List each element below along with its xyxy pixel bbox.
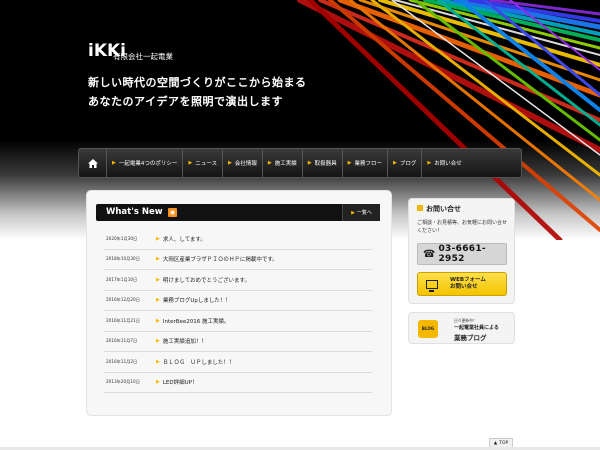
contact-description: ご相談・お見積等、お気軽にお問い合せください！ — [417, 220, 508, 234]
arrow-icon: ▶ — [156, 379, 160, 386]
nav-item-blog[interactable]: ▶ ブログ — [388, 149, 423, 177]
news-date: 2013年20月10日 — [106, 379, 140, 385]
arrow-icon: ▶ — [267, 160, 272, 166]
news-more-label: 一覧へ — [356, 210, 372, 216]
news-date: 2016年11月7日 — [106, 338, 138, 344]
home-icon — [87, 158, 98, 168]
nav-item-works[interactable]: ▶ 施工実績 — [263, 149, 303, 177]
nav-label: 会社情報 — [234, 161, 257, 167]
arrow-icon: ▶ — [427, 160, 432, 166]
nav-label: ニュース — [195, 161, 217, 167]
nav-label: ブログ — [399, 161, 417, 167]
news-title: What's New — [106, 207, 163, 217]
news-date: 2016年11月21日 — [106, 317, 140, 323]
company-name: 有限会社一起電業 — [113, 52, 173, 61]
web-form-line2: お問い合せ — [450, 284, 478, 290]
news-text: 大岡区産業プラザＰＩＯのＨＰに掲載中です。 — [162, 257, 278, 264]
news-text: ＢＬＯＧ ＵＰしました！！ — [162, 359, 235, 366]
arrow-icon: ▶ — [112, 160, 116, 166]
phone-icon: ☎ — [423, 248, 436, 260]
hero-tagline-2: あなたのアイデアを照明で演出します — [88, 95, 283, 108]
news-text: 明けましておめでとうございます。 — [162, 277, 250, 284]
arrow-icon: ▶ — [188, 160, 193, 166]
arrow-icon: ▶ — [227, 160, 232, 166]
news-item[interactable]: 2013年20月10日 ▶ LED詳細UP！ — [104, 373, 372, 393]
blog-subtitle: 一起電業社員による — [454, 325, 499, 331]
news-list: 2020年1月30日 ▶ 求人、してます。 2018年10月30日 ▶ 大岡区産業プラザ… — [104, 229, 372, 393]
news-date: 2016年12月20日 — [106, 297, 140, 303]
news-text: 施工実績追加！！ — [162, 339, 207, 346]
news-date: 2016年11月2日 — [106, 358, 138, 364]
arrow-icon: ▶ — [156, 317, 160, 324]
arrow-icon: ▶ — [156, 338, 160, 345]
web-form-button[interactable]: WEBフォーム お問い合せ — [417, 272, 507, 296]
arrow-icon: ▶ — [156, 276, 160, 283]
nav-label: 一起電業4つのポリシー — [118, 161, 178, 167]
top-label: TOP — [499, 440, 509, 446]
news-text: InterBee2016 施工実績。 — [162, 318, 230, 325]
square-icon — [417, 205, 423, 211]
news-item[interactable]: 2016年12月20日 ▶ 業務ブログUpしました！！ — [104, 291, 372, 311]
nav-item-news[interactable]: ▶ ニュース — [183, 149, 223, 177]
arrow-icon: ▶ — [156, 297, 160, 304]
global-nav: ▶ 一起電業4つのポリシー ▶ ニュース ▶ 会社情報 ▶ 施工実績 ▶ 取扱器具 ▶ 業務… — [78, 148, 522, 178]
blog-badge-icon: BLOG — [418, 320, 438, 338]
news-date: 2020年1月30日 — [106, 235, 138, 241]
news-more-button[interactable]: ▶ 一覧へ — [342, 204, 380, 221]
rss-icon[interactable]: ◉ — [168, 208, 177, 217]
nav-label: 業務フロー — [354, 161, 382, 167]
nav-item-company[interactable]: ▶ 会社情報 — [223, 149, 263, 177]
news-header: What's New ◉ ▶ 一覧へ — [96, 204, 380, 221]
computer-icon — [426, 279, 438, 292]
news-date: 2018年10月30日 — [106, 256, 140, 262]
contact-box: お問い合せ ご相談・お見積等、お気軽にお問い合せください！ ☎ 03-6661-… — [408, 198, 515, 304]
news-item[interactable]: 2016年11月7日 ▶ 施工実績追加！！ — [104, 332, 372, 352]
nav-item-products[interactable]: ▶ 取扱器具 — [303, 149, 343, 177]
blog-banner[interactable]: BLOG 日々更新中！ 一起電業社員による 業務ブログ — [408, 312, 515, 344]
contact-title: お問い合せ — [417, 204, 461, 214]
hero-tagline-1: 新しい時代の空間づくりがここから始まる — [88, 76, 307, 89]
web-form-line1: WEBフォーム — [450, 277, 486, 283]
nav-label: 施工実績 — [274, 161, 297, 167]
arrow-icon: ▶ — [156, 256, 160, 263]
arrow-icon: ▶ — [156, 235, 160, 242]
arrow-icon: ▶ — [156, 358, 160, 365]
contact-title-label: お問い合せ — [426, 205, 461, 213]
news-item[interactable]: 2017年1月10日 ▶ 明けましておめでとうございます。 — [104, 270, 372, 291]
arrow-icon: ▶ — [392, 160, 397, 166]
news-item[interactable]: 2016年11月2日 ▶ ＢＬＯＧ ＵＰしました！！ — [104, 352, 372, 373]
blog-title: 業務ブログ — [454, 334, 487, 342]
news-text: 求人、してます。 — [162, 236, 206, 243]
phone-number-box[interactable]: ☎ 03-6661-2952 — [417, 243, 507, 265]
news-item[interactable]: 2020年1月30日 ▶ 求人、してます。 — [104, 229, 372, 250]
up-arrow-icon: ▲ — [493, 440, 498, 446]
nav-label: 取扱器具 — [314, 161, 337, 167]
news-text: 業務ブログUpしました！！ — [162, 298, 231, 305]
nav-label: お問い合せ — [434, 161, 462, 167]
arrow-icon: ▶ — [307, 160, 312, 166]
web-form-label: WEBフォーム お問い合せ — [450, 277, 486, 291]
arrow-icon: ▶ — [347, 160, 352, 166]
nav-item-policy[interactable]: ▶ 一起電業4つのポリシー — [107, 149, 184, 177]
news-item[interactable]: 2016年11月21日 ▶ InterBee2016 施工実績。 — [104, 311, 372, 332]
news-text: LED詳細UP！ — [162, 380, 198, 387]
nav-item-contact[interactable]: ▶ お問い合せ — [422, 149, 466, 177]
news-date: 2017年1月10日 — [106, 276, 138, 282]
arrow-icon: ▶ — [351, 209, 355, 216]
news-item[interactable]: 2018年10月30日 ▶ 大岡区産業プラザＰＩＯのＨＰに掲載中です。 — [104, 250, 372, 270]
nav-home[interactable] — [79, 149, 107, 177]
nav-item-flow[interactable]: ▶ 業務フロー — [343, 149, 388, 177]
phone-number: 03-6661-2952 — [438, 244, 486, 264]
